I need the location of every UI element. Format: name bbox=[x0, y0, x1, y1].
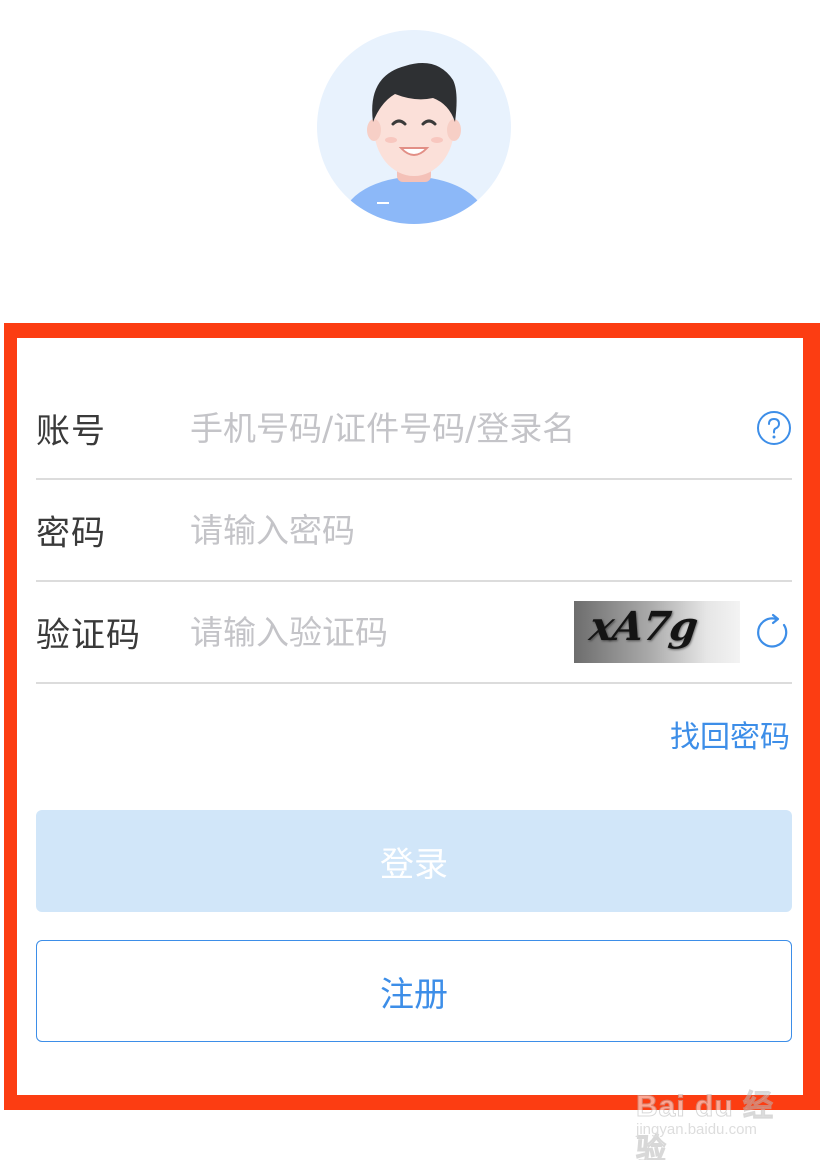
password-row: 密码 bbox=[36, 480, 792, 582]
question-circle-icon[interactable] bbox=[756, 410, 792, 446]
account-label: 账号 bbox=[36, 411, 106, 452]
forgot-password-link[interactable]: 找回密码 bbox=[670, 712, 790, 756]
refresh-icon[interactable] bbox=[754, 613, 792, 651]
password-input[interactable] bbox=[190, 506, 590, 554]
account-input[interactable] bbox=[190, 404, 590, 452]
captcha-input[interactable] bbox=[190, 608, 550, 656]
captcha-image[interactable]: xA7g bbox=[574, 601, 740, 663]
baidu-jingyan-watermark: Bai du 经验 jingyan.baidu.com bbox=[636, 1073, 796, 1160]
login-button[interactable]: 登录 bbox=[36, 810, 792, 912]
captcha-row: 验证码 xA7g bbox=[36, 582, 792, 684]
register-button[interactable]: 注册 bbox=[36, 940, 792, 1042]
account-row: 账号 bbox=[36, 378, 792, 480]
captcha-label: 验证码 bbox=[36, 615, 141, 656]
user-avatar-icon bbox=[317, 30, 511, 224]
watermark-url: jingyan.baidu.com bbox=[636, 1121, 757, 1138]
login-page: 账号 密码 验证码 xA7g 找回密码 登录 注册 Bai du 经验 jing… bbox=[0, 0, 828, 1160]
captcha-image-text: xA7g bbox=[586, 603, 700, 650]
password-label: 密码 bbox=[36, 513, 106, 554]
